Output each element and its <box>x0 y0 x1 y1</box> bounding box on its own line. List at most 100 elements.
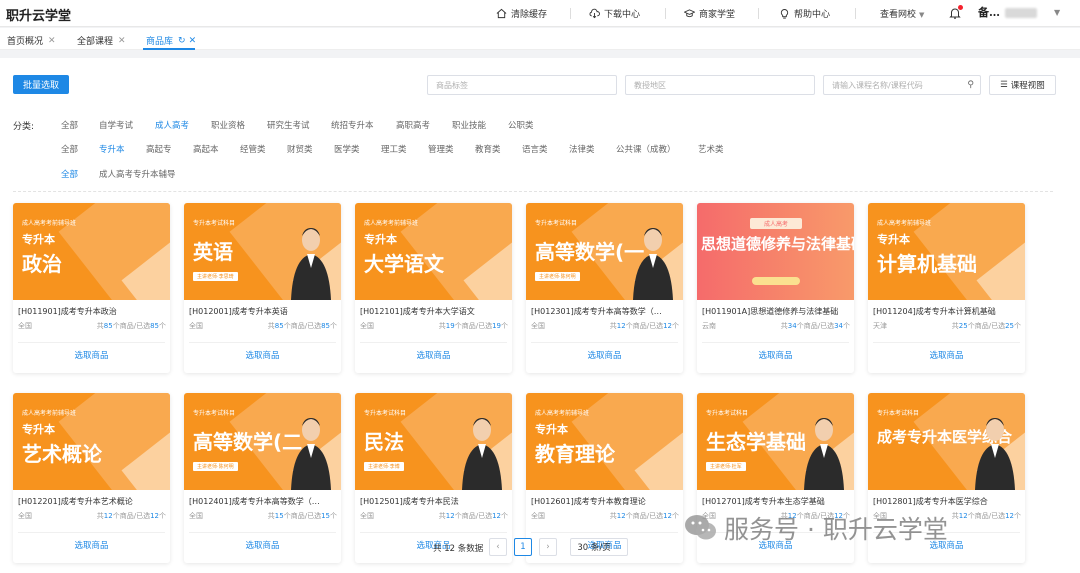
download-center-button[interactable]: 下载中心 <box>589 7 640 20</box>
count-total: 25 <box>958 322 968 330</box>
course-cover-image[interactable]: 专升本考试科目 高等数学(一 主讲老师·陈何明 <box>526 203 683 300</box>
filter-vocational-cert[interactable]: 职业资格 <box>211 119 245 131</box>
filter-vocational-skill[interactable]: 职业技能 <box>452 119 486 131</box>
next-page-button[interactable]: › <box>539 538 557 556</box>
product-title[interactable]: [H012001]成考专升本英语 <box>189 306 339 317</box>
filter-economics[interactable]: 经管类 <box>240 143 266 155</box>
campus-dropdown[interactable]: 查看网校 ▼ <box>880 7 924 20</box>
product-card[interactable]: 成人高考 思想道德修养与法律基础 [H011901A]思想道德修养与法律基础 云南 共3… <box>697 203 854 373</box>
product-title[interactable]: [H012701]成考专升本生态学基础 <box>702 496 852 507</box>
search-icon[interactable]: ⚲ <box>967 80 974 90</box>
tab-all-courses[interactable]: 全部课程 ✕ <box>77 34 126 48</box>
region-select[interactable]: 教授地区 <box>625 75 815 95</box>
course-cover-image[interactable]: 成人高考考前辅导班 专升本 计算机基础 <box>868 203 1025 300</box>
product-tag-select[interactable]: 商品标签 <box>427 75 617 95</box>
product-title[interactable]: [H012501]成考专升本民法 <box>360 496 510 507</box>
filter-high-to-bachelor[interactable]: 高起本 <box>193 143 219 155</box>
select-product-button[interactable]: 选取商品 <box>13 349 170 361</box>
product-title[interactable]: [H012401]成考专升本高等数学（… <box>189 496 339 507</box>
filter-public-course[interactable]: 公共课（成教） <box>616 143 676 155</box>
product-card[interactable]: 专升本考试科目 高等数学(一 主讲老师·陈何明 [H012301]成考专升本高等数学（… <box>526 203 683 373</box>
filter-graduate[interactable]: 研究生考试 <box>267 119 310 131</box>
course-cover-image[interactable]: 成人高考考前辅导班 专升本 大学语文 <box>355 203 512 300</box>
filter-all[interactable]: 全部 <box>61 168 78 180</box>
course-cover-image[interactable]: 专升本考试科目 民法 主讲老师·李博 <box>355 393 512 490</box>
page-size-select[interactable]: 30 条/页 ⌄ <box>570 538 628 556</box>
prev-page-button[interactable]: ‹ <box>489 538 507 556</box>
refresh-icon[interactable]: ↻ <box>178 36 186 46</box>
product-card[interactable]: 成人高考考前辅导班 专升本 政治 [H011901]成考专升本政治 全国 共85个商品/已… <box>13 203 170 373</box>
product-card[interactable]: 成人高考考前辅导班 专升本 艺术概论 [H012201]成考专升本艺术概论 全国 共12个… <box>13 393 170 563</box>
close-icon[interactable]: ✕ <box>118 36 126 46</box>
filter-civil-service[interactable]: 公职类 <box>508 119 534 131</box>
select-product-button[interactable]: 选取商品 <box>184 539 341 551</box>
close-icon[interactable]: ✕ <box>48 36 56 46</box>
select-product-button[interactable]: 选取商品 <box>184 349 341 361</box>
tab-product-library[interactable]: 商品库 ↻ ✕ <box>146 34 197 48</box>
course-tree-view-button[interactable]: ☰ 课程视图 <box>989 75 1056 95</box>
help-center-button[interactable]: 帮助中心 <box>779 7 830 20</box>
filter-vocational-college[interactable]: 高职高考 <box>396 119 430 131</box>
select-product-button[interactable]: 选取商品 <box>697 349 854 361</box>
product-title[interactable]: [H012301]成考专升本高等数学（… <box>531 306 681 317</box>
user-name-blurred[interactable] <box>1005 8 1037 18</box>
filter-art[interactable]: 艺术类 <box>698 143 724 155</box>
product-title[interactable]: [H012101]成考专升本大学语文 <box>360 306 510 317</box>
product-title[interactable]: [H012801]成考专升本医学综合 <box>873 496 1023 507</box>
avatar[interactable]: 备… <box>978 4 1000 21</box>
product-title[interactable]: [H012601]成考专升本教育理论 <box>531 496 681 507</box>
page-number-button[interactable]: 1 <box>514 538 532 556</box>
count-picked: 34 <box>834 322 843 330</box>
product-card[interactable]: 成人高考考前辅导班 专升本 计算机基础 [H011204]成考专升本计算机基础 天津 共2… <box>868 203 1025 373</box>
filter-finance-trade[interactable]: 财贸类 <box>287 143 313 155</box>
course-cover-image[interactable]: 成人高考考前辅导班 专升本 政治 <box>13 203 170 300</box>
filter-upgrade-tutoring[interactable]: 成人高考专升本辅导 <box>99 168 176 180</box>
product-title[interactable]: [H011901]成考专升本政治 <box>18 306 168 317</box>
product-title[interactable]: [H011901A]思想道德修养与法律基础 <box>702 306 852 317</box>
user-menu-chevron-icon[interactable]: ▼ <box>1054 8 1060 17</box>
select-product-button[interactable]: 选取商品 <box>355 349 512 361</box>
course-search-input[interactable]: 请输入课程名称/课程代码 ⚲ <box>823 75 981 95</box>
select-product-button[interactable]: 选取商品 <box>526 349 683 361</box>
teacher-photo <box>291 228 331 300</box>
merchant-academy-button[interactable]: 商家学堂 <box>684 7 735 20</box>
product-card[interactable]: 成人高考考前辅导班 专升本 大学语文 [H012101]成考专升本大学语文 全国 共19个… <box>355 203 512 373</box>
filter-science-eng[interactable]: 理工类 <box>381 143 407 155</box>
close-icon[interactable]: ✕ <box>189 36 197 46</box>
product-title[interactable]: [H011204]成考专升本计算机基础 <box>873 306 1023 317</box>
course-cover-image[interactable]: 成人高考考前辅导班 专升本 教育理论 <box>526 393 683 490</box>
filter-adult-exam[interactable]: 成人高考 <box>155 119 189 131</box>
count-total: 12 <box>445 512 455 520</box>
count-prefix: 共 <box>780 322 788 330</box>
count-picked: 85 <box>321 322 330 330</box>
filter-management[interactable]: 管理类 <box>428 143 454 155</box>
filter-medical[interactable]: 医学类 <box>334 143 360 155</box>
product-card[interactable]: 专升本考试科目 英语 主讲老师·李思琦 [H012001]成考专升本英语 全国 共85个商… <box>184 203 341 373</box>
clear-cache-button[interactable]: 清除缓存 <box>496 7 547 20</box>
course-cover-image[interactable]: 专升本考试科目 英语 主讲老师·李思琦 <box>184 203 341 300</box>
filter-upgrade[interactable]: 专升本 <box>99 143 125 155</box>
filter-high-to-junior[interactable]: 高起专 <box>146 143 172 155</box>
filter-all[interactable]: 全部 <box>61 143 78 155</box>
product-card[interactable]: 专升本考试科目 民法 主讲老师·李博 [H012501]成考专升本民法 全国 共12个商品… <box>355 393 512 563</box>
select-product-button[interactable]: 选取商品 <box>13 539 170 551</box>
product-count: 共85个商品/已选85个 <box>97 321 166 331</box>
batch-select-button[interactable]: 批量选取 <box>13 75 69 94</box>
filter-education[interactable]: 教育类 <box>475 143 501 155</box>
product-title[interactable]: [H012201]成考专升本艺术概论 <box>18 496 168 507</box>
filter-law[interactable]: 法律类 <box>569 143 595 155</box>
cover-kicker: 成人高考 <box>750 218 802 229</box>
course-cover-image[interactable]: 专升本考试科目 高等数学(二 主讲老师·陈何明 <box>184 393 341 490</box>
course-cover-image[interactable]: 成人高考 思想道德修养与法律基础 <box>697 203 854 300</box>
filter-self-study[interactable]: 自学考试 <box>99 119 133 131</box>
product-card[interactable]: 专升本考试科目 高等数学(二 主讲老师·陈何明 [H012401]成考专升本高等数学（… <box>184 393 341 563</box>
category-row-2: 全部 专升本 高起专 高起本 经管类 财贸类 医学类 理工类 管理类 教育类 语… <box>0 143 1080 157</box>
filter-language[interactable]: 语言类 <box>522 143 548 155</box>
course-cover-image[interactable]: 专升本考试科目 成考专升本医学综合 <box>868 393 1025 490</box>
filter-unified-upgrade[interactable]: 统招专升本 <box>331 119 374 131</box>
course-cover-image[interactable]: 专升本考试科目 生态学基础 主讲老师·杜军 <box>697 393 854 490</box>
course-cover-image[interactable]: 成人高考考前辅导班 专升本 艺术概论 <box>13 393 170 490</box>
tab-home-overview[interactable]: 首页概况 ✕ <box>7 34 56 48</box>
filter-all[interactable]: 全部 <box>61 119 78 131</box>
select-product-button[interactable]: 选取商品 <box>868 349 1025 361</box>
